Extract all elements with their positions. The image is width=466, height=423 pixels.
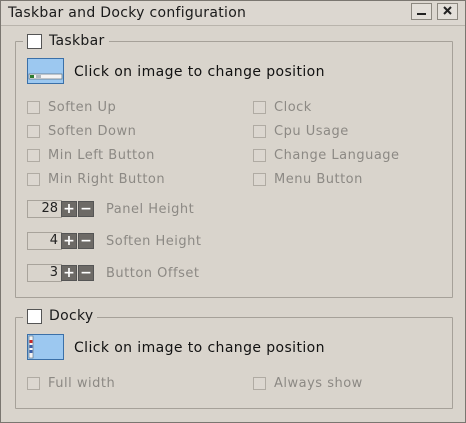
clock-option[interactable]: Clock [253, 99, 312, 115]
always-show-checkbox[interactable] [253, 376, 266, 390]
close-icon [443, 6, 452, 15]
full-width-option[interactable]: Full width [27, 375, 115, 391]
button-offset-label: Button Offset [106, 265, 200, 281]
soften-height-spinner: 4 + − Soften Height [27, 232, 202, 250]
cpu-usage-option[interactable]: Cpu Usage [253, 123, 349, 139]
title-bar[interactable]: Taskbar and Docky configuration [1, 1, 465, 26]
minimize-button[interactable] [411, 3, 432, 20]
always-show-option[interactable]: Always show [253, 375, 363, 391]
panel-height-spinner: 28 + − Panel Height [27, 200, 194, 218]
plus-icon: + [63, 201, 75, 217]
config-window: Taskbar and Docky configuration Taskbar … [0, 0, 466, 423]
button-offset-spinner: 3 + − Button Offset [27, 264, 199, 282]
panel-height-label: Panel Height [106, 201, 195, 217]
button-offset-decrement-button[interactable]: − [78, 265, 94, 281]
plus-icon: + [63, 233, 75, 249]
soften-height-increment-button[interactable]: + [61, 233, 77, 249]
soften-up-option[interactable]: Soften Up [27, 99, 116, 115]
clock-label: Clock [274, 99, 312, 115]
min-left-button-label: Min Left Button [48, 147, 155, 163]
close-button[interactable] [437, 3, 458, 20]
button-offset-value[interactable]: 3 [27, 264, 62, 282]
docky-position-icon [28, 335, 34, 359]
soften-up-checkbox[interactable] [27, 100, 40, 114]
soften-height-decrement-button[interactable]: − [78, 233, 94, 249]
button-offset-increment-button[interactable]: + [61, 265, 77, 281]
panel-height-increment-button[interactable]: + [61, 201, 77, 217]
docky-enable-checkbox[interactable] [27, 308, 42, 324]
always-show-label: Always show [274, 375, 363, 391]
min-left-button-option[interactable]: Min Left Button [27, 147, 155, 163]
min-right-button-option[interactable]: Min Right Button [27, 171, 165, 187]
minus-icon: − [80, 201, 92, 217]
plus-icon: + [63, 265, 75, 281]
full-width-checkbox[interactable] [27, 376, 40, 390]
docky-position-image[interactable] [27, 334, 64, 360]
cpu-usage-label: Cpu Usage [274, 123, 349, 139]
menu-button-label: Menu Button [274, 171, 363, 187]
panel-height-value[interactable]: 28 [27, 200, 62, 218]
docky-group-header: Docky [23, 307, 98, 325]
clock-checkbox[interactable] [253, 100, 266, 114]
taskbar-position-text: Click on image to change position [74, 64, 325, 80]
docky-group-label: Docky [49, 308, 94, 324]
min-right-button-label: Min Right Button [48, 171, 166, 187]
minus-icon: − [80, 233, 92, 249]
minimize-icon [417, 13, 426, 15]
soften-up-label: Soften Up [48, 99, 117, 115]
soften-height-label: Soften Height [106, 233, 202, 249]
minus-icon: − [80, 265, 92, 281]
min-right-button-checkbox[interactable] [27, 172, 40, 186]
soften-down-checkbox[interactable] [27, 124, 40, 138]
window-title: Taskbar and Docky configuration [8, 5, 247, 21]
min-left-button-checkbox[interactable] [27, 148, 40, 162]
change-language-label: Change Language [274, 147, 400, 163]
soften-down-label: Soften Down [48, 123, 137, 139]
full-width-label: Full width [48, 375, 116, 391]
cpu-usage-checkbox[interactable] [253, 124, 266, 138]
taskbar-position-image[interactable] [27, 58, 64, 84]
docky-group [15, 317, 453, 409]
taskbar-enable-checkbox[interactable] [27, 33, 42, 49]
soften-height-value[interactable]: 4 [27, 232, 62, 250]
menu-button-checkbox[interactable] [253, 172, 266, 186]
menu-button-option[interactable]: Menu Button [253, 171, 363, 187]
taskbar-group-label: Taskbar [49, 33, 105, 49]
change-language-option[interactable]: Change Language [253, 147, 400, 163]
taskbar-position-icon [28, 73, 63, 80]
docky-position-text: Click on image to change position [74, 340, 325, 356]
change-language-checkbox[interactable] [253, 148, 266, 162]
taskbar-group-header: Taskbar [23, 32, 109, 50]
soften-down-option[interactable]: Soften Down [27, 123, 136, 139]
panel-height-decrement-button[interactable]: − [78, 201, 94, 217]
